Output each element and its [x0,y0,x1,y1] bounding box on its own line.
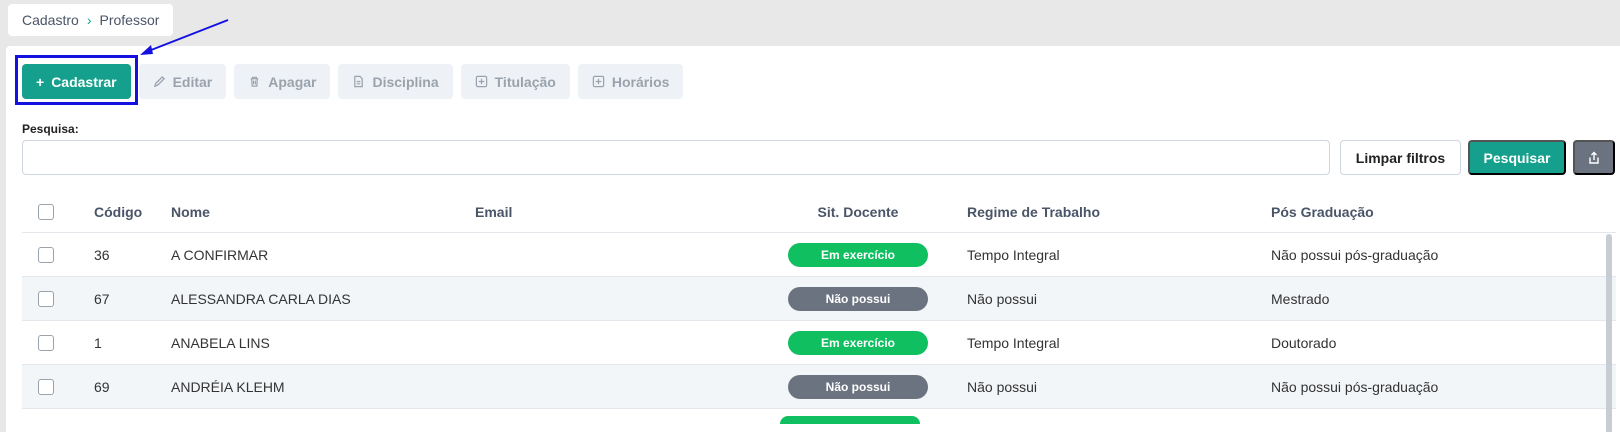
apagar-button[interactable]: Apagar [234,64,331,99]
cell-pos-graduacao: Não possui pós-graduação [1271,246,1439,263]
cell-nome: A CONFIRMAR [171,246,269,263]
cell-regime: Tempo Integral [967,334,1060,351]
table-row[interactable]: 69 ANDRÉIA KLEHM Não possui Não possui Não p… [22,365,1616,409]
document-icon [354,75,364,88]
header-email[interactable]: Email [475,204,512,220]
table-row[interactable]: 1 ANABELA LINS Em exercício Tempo Integral D… [22,321,1616,365]
header-regime[interactable]: Regime de Trabalho [967,204,1100,220]
cell-nome: ALESSANDRA CARLA DIAS [171,290,351,307]
row-checkbox[interactable] [38,246,54,263]
share-icon [1589,151,1599,164]
row-checkbox[interactable] [38,378,54,395]
table-row[interactable]: 67 ALESSANDRA CARLA DIAS Não possui Não pos… [22,277,1616,321]
search-input[interactable] [22,140,1330,175]
cell-codigo: 67 [94,290,110,307]
annotation-arrow-icon [140,19,229,55]
cell-sit-docente: Não possui [788,286,928,311]
chevron-right-icon: › [86,12,92,28]
search-button[interactable]: Pesquisar [1468,140,1566,175]
header-pos-graduacao[interactable]: Pós Graduação [1271,204,1374,220]
status-badge: Não possui [788,286,928,311]
main-panel: + Cadastrar Editar Apagar Disciplina Tit… [6,19,1620,432]
cell-codigo: 69 [94,378,110,395]
table-header: Código Nome Email Sit. Docente Regime de… [22,191,1616,233]
cell-sit-docente: Em exercício [788,242,928,267]
professor-table: Código Nome Email Sit. Docente Regime de… [22,191,1616,409]
status-badge-partial [780,416,920,424]
export-button[interactable] [1573,140,1615,175]
cell-pos-graduacao: Mestrado [1271,290,1330,307]
horarios-button[interactable]: Horários [577,64,684,99]
clear-filters-button[interactable]: Limpar filtros [1340,140,1461,175]
breadcrumb-root[interactable]: Cadastro [22,12,79,28]
disciplina-button[interactable]: Disciplina [338,64,453,99]
editar-button[interactable]: Editar [138,64,227,99]
cell-regime: Não possui [967,290,1038,307]
table-row[interactable]: 36 A CONFIRMAR Em exercício Tempo Integral N… [22,233,1616,277]
status-badge: Em exercício [788,330,928,355]
plus-square-icon [475,75,487,88]
header-codigo[interactable]: Código [94,204,142,220]
scrollbar[interactable] [1606,234,1612,432]
pencil-icon [153,75,165,88]
status-badge: Em exercício [788,242,928,267]
header-sit-docente[interactable]: Sit. Docente [788,204,928,220]
cell-sit-docente: Não possui [788,374,928,399]
annotation-highlight-box [15,55,138,105]
cell-codigo: 1 [94,334,102,351]
cell-pos-graduacao: Doutorado [1271,334,1337,351]
header-nome[interactable]: Nome [171,204,210,220]
cell-sit-docente: Em exercício [788,330,928,355]
select-all-checkbox[interactable] [38,203,54,220]
row-checkbox[interactable] [38,290,54,307]
titulacao-button[interactable]: Titulação [460,64,570,99]
cell-regime: Tempo Integral [967,246,1060,263]
search-label: Pesquisa: [22,122,79,136]
status-badge: Não possui [788,374,928,399]
row-checkbox[interactable] [38,334,54,351]
plus-square-icon [592,75,605,88]
trash-icon [251,76,259,87]
cell-nome: ANABELA LINS [171,334,270,351]
cell-pos-graduacao: Não possui pós-graduação [1271,378,1439,395]
cell-nome: ANDRÉIA KLEHM [171,378,285,395]
cell-codigo: 36 [94,246,110,263]
cell-regime: Não possui [967,378,1038,395]
